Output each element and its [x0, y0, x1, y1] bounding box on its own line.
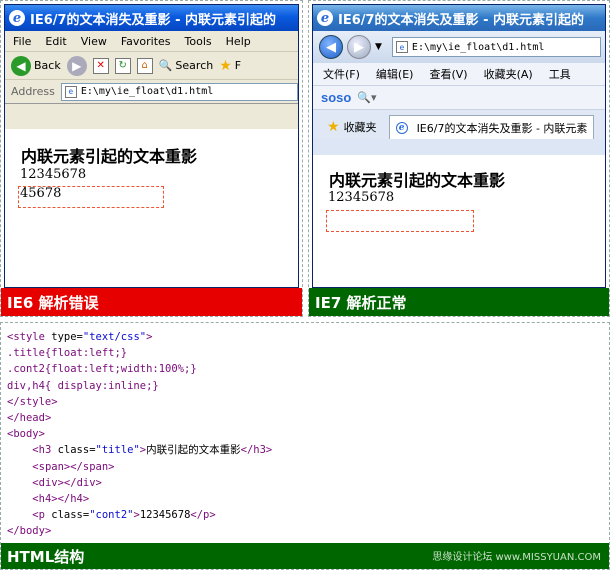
ie6-address-bar: Address e E:\my\ie_float\d1.html	[5, 80, 298, 104]
code-line: .cont2{float:left;width:100%;}	[7, 363, 197, 376]
ie6-window-title: IE6/7的文本消失及重影 - 内联元素引起的	[30, 12, 277, 28]
menu-tools[interactable]: Tools	[185, 35, 212, 48]
page-heading: 内联元素引起的文本重影	[21, 147, 198, 166]
search-icon: 🔍	[158, 59, 173, 72]
menu-file[interactable]: 文件(F)	[323, 66, 360, 82]
menu-favorites[interactable]: 收藏夹(A)	[484, 66, 533, 82]
address-value: E:\my\ie_float\d1.html	[411, 41, 545, 53]
home-icon[interactable]: ⌂	[136, 57, 153, 74]
forward-button[interactable]: ▶	[347, 35, 371, 59]
favorites-star-icon: ★	[327, 119, 340, 135]
stop-icon[interactable]: ✕	[92, 57, 109, 74]
favorites-label: F	[234, 59, 242, 72]
ie7-titlebar: e IE6/7的文本消失及重影 - 内联元素引起的	[313, 5, 605, 31]
ie-logo-icon: e	[9, 10, 25, 26]
favorites-star-icon: ★	[219, 57, 232, 74]
ie6-document: 内联元素引起的文本重影 12345678 45678	[5, 129, 298, 287]
address-value: E:\my\ie_float\d1.html	[80, 86, 214, 97]
back-arrow-icon: ◀	[11, 55, 31, 76]
menu-edit[interactable]: 编辑(E)	[376, 66, 414, 82]
code-line: </style>	[7, 395, 58, 408]
page-heading: 内联元素引起的文本重影	[329, 171, 506, 190]
address-input[interactable]: e E:\my\ie_float\d1.html	[391, 37, 601, 57]
address-label: Address	[11, 85, 55, 98]
code-line: <style type="text/css">	[7, 331, 153, 343]
ie7-window: e IE6/7的文本消失及重影 - 内联元素引起的 ◀ ▶ ▼ e E:\my\…	[312, 4, 606, 288]
address-input[interactable]: e E:\my\ie_float\d1.html	[60, 82, 298, 101]
tab-ie-icon: e	[395, 121, 408, 134]
page-line-1: 12345678	[328, 190, 395, 205]
menu-favorites[interactable]: Favorites	[121, 35, 171, 48]
soso-logo: soso	[321, 90, 352, 105]
favorites-button[interactable]: ★ 收藏夹	[321, 115, 383, 139]
page-icon: e	[64, 85, 77, 98]
code-banner: HTML结构 思缘设计论坛 www.MISSYUAN.COM	[1, 543, 609, 569]
menu-view[interactable]: 查看(V)	[429, 66, 467, 82]
code-line: </head>	[7, 412, 52, 425]
code-line: <h4></h4>	[32, 493, 90, 506]
back-button[interactable]: ◀ Back	[11, 55, 61, 76]
ie7-panel: e IE6/7的文本消失及重影 - 内联元素引起的 ◀ ▶ ▼ e E:\my\…	[308, 0, 610, 317]
forward-arrow-icon[interactable]: ▶	[66, 55, 87, 76]
tab-title: IE6/7的文本消失及重影 - 内联元素	[416, 121, 588, 135]
code-line: div,h4{ display:inline;}	[7, 379, 159, 392]
history-dropdown-icon[interactable]: ▼	[375, 42, 382, 52]
code-line: .title{float:left;}	[7, 347, 128, 360]
ie7-tabbar: ★ 收藏夹 e IE6/7的文本消失及重影 - 内联元素	[313, 109, 605, 139]
watermark: 思缘设计论坛 www.MISSYUAN.COM	[432, 552, 601, 563]
page-line-1: 12345678	[20, 167, 87, 182]
search-label: Search	[175, 59, 214, 72]
paragraph-box	[326, 210, 474, 232]
code-line: <body>	[7, 428, 45, 441]
ie6-titlebar: e IE6/7的文本消失及重影 - 内联元素引起的	[5, 5, 298, 31]
tab-current[interactable]: e IE6/7的文本消失及重影 - 内联元素	[388, 115, 595, 139]
code-line: <span></span>	[32, 460, 115, 473]
page-line-2: 45678	[20, 186, 62, 201]
ie6-menubar: File Edit View Favorites Tools Help	[5, 31, 298, 52]
page-icon: e	[395, 41, 408, 53]
ie7-navbar: ◀ ▶ ▼ e E:\my\ie_float\d1.html	[313, 31, 605, 63]
code-line: <div></div>	[32, 476, 102, 489]
ie7-window-title: IE6/7的文本消失及重影 - 内联元素引起的	[338, 12, 585, 28]
ie6-window: e IE6/7的文本消失及重影 - 内联元素引起的 File Edit View…	[4, 4, 299, 288]
soso-toolbar: soso 🔍▾	[313, 85, 605, 109]
refresh-icon[interactable]: ↻	[114, 57, 131, 74]
code-line: <p class="cont2">12345678</p>	[32, 509, 216, 522]
favorites-label: 收藏夹	[343, 121, 377, 134]
menu-view[interactable]: View	[81, 35, 107, 48]
back-label: Back	[34, 59, 61, 72]
menu-file[interactable]: File	[13, 35, 31, 48]
html-code-block: <style type="text/css"> .title{float:left…	[7, 329, 272, 540]
code-line: </body>	[7, 525, 52, 538]
code-banner-label: HTML结构	[7, 547, 85, 566]
ie6-toolbar: ◀ Back ▶ ✕ ↻ ⌂ 🔍 Search ★ F	[5, 52, 298, 80]
menu-tools[interactable]: 工具	[549, 66, 571, 82]
ie6-banner: IE6 解析错误	[1, 288, 302, 316]
ie-logo-icon: e	[317, 10, 333, 26]
ie7-banner: IE7 解析正常	[309, 288, 609, 316]
menu-edit[interactable]: Edit	[45, 35, 66, 48]
code-panel: <style type="text/css"> .title{float:left…	[0, 322, 610, 570]
back-button[interactable]: ◀	[319, 35, 343, 59]
code-line: <h3 class="title">内联引起的文本重影</h3>	[32, 444, 273, 457]
menu-help[interactable]: Help	[226, 35, 251, 48]
ie7-menubar: 文件(F) 编辑(E) 查看(V) 收藏夹(A) 工具	[313, 63, 605, 85]
ie6-panel: e IE6/7的文本消失及重影 - 内联元素引起的 File Edit View…	[0, 0, 303, 317]
search-icon[interactable]: 🔍▾	[357, 91, 376, 104]
ie7-document: 内联元素引起的文本重影 12345678	[313, 155, 605, 287]
favorites-button[interactable]: ★ F	[219, 58, 241, 74]
search-button[interactable]: 🔍 Search	[159, 59, 214, 72]
